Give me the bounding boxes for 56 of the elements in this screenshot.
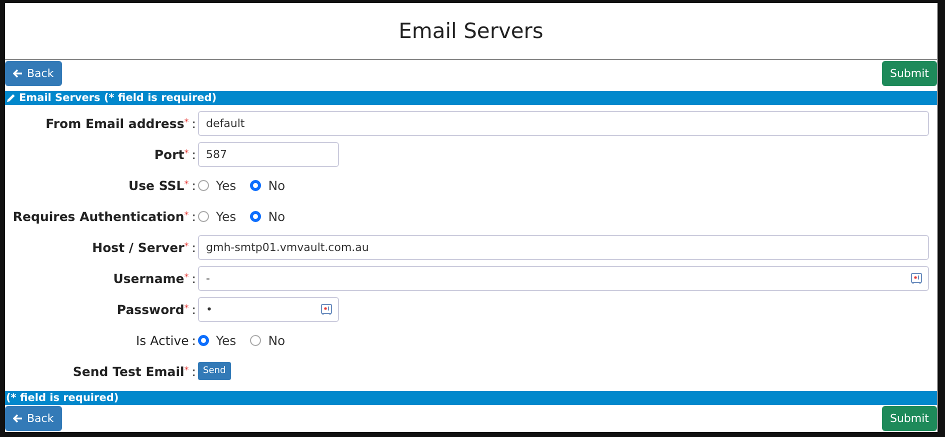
colon: : <box>192 270 196 286</box>
submit-button[interactable]: Submit <box>882 406 937 431</box>
colon: : <box>192 208 196 224</box>
radio-label: No <box>268 332 286 348</box>
autofill-icon[interactable] <box>911 272 922 284</box>
back-button[interactable]: Back <box>5 60 62 86</box>
field-label: Is Active <box>136 332 189 348</box>
page-title: Email Servers <box>398 18 544 43</box>
arrow-left-icon <box>13 68 23 78</box>
colon: : <box>192 302 196 317</box>
field-label: Password <box>116 302 184 317</box>
required-mark: * <box>184 272 189 283</box>
colon: : <box>192 146 196 162</box>
radio-label: Yes <box>216 332 236 348</box>
radio-label: No <box>268 178 286 193</box>
radio-button[interactable] <box>198 180 209 191</box>
field-label: Requires Authentication <box>12 208 184 224</box>
input-field[interactable]: default <box>198 110 929 136</box>
input-field[interactable]: - <box>198 266 929 291</box>
required-mark: * <box>184 118 189 128</box>
required-note: (* field is required) <box>6 392 119 404</box>
required-mark: * <box>184 210 189 221</box>
autofill-icon[interactable] <box>321 304 332 315</box>
radio-button[interactable] <box>250 180 262 191</box>
colon: : <box>192 332 196 348</box>
field-label: Username <box>113 270 184 286</box>
required-mark: * <box>184 180 189 190</box>
submit-button[interactable]: Submit <box>882 60 937 86</box>
radio-label: No <box>268 208 286 224</box>
input-field[interactable]: • <box>198 296 339 322</box>
pencil-icon <box>6 93 16 104</box>
required-mark: * <box>184 304 189 314</box>
send-button[interactable]: Send <box>198 362 231 380</box>
radio-button[interactable] <box>198 210 209 222</box>
back-button[interactable]: Back <box>5 406 62 431</box>
radio-button[interactable] <box>250 210 262 222</box>
colon: : <box>192 116 196 131</box>
colon: : <box>192 178 196 193</box>
radio-button[interactable] <box>198 334 209 346</box>
colon: : <box>192 364 196 379</box>
section-title: Email Servers (* field is required) <box>19 92 217 104</box>
input-field[interactable]: 587 <box>198 142 339 167</box>
field-label: Port <box>154 146 184 162</box>
field-label: Send Test Email <box>72 364 184 379</box>
field-label: Host / Server <box>92 240 184 255</box>
radio-label: Yes <box>216 178 236 193</box>
field-label: Use SSL <box>128 178 184 193</box>
field-label: From Email address <box>46 116 184 131</box>
required-mark: * <box>184 242 189 252</box>
required-mark: * <box>184 366 189 376</box>
colon: : <box>192 240 196 255</box>
arrow-left-icon <box>13 414 23 423</box>
radio-label: Yes <box>216 208 236 224</box>
required-mark: * <box>184 148 189 159</box>
radio-button[interactable] <box>250 334 262 346</box>
input-field[interactable]: gmh-smtp01.vmvault.com.au <box>198 234 929 260</box>
